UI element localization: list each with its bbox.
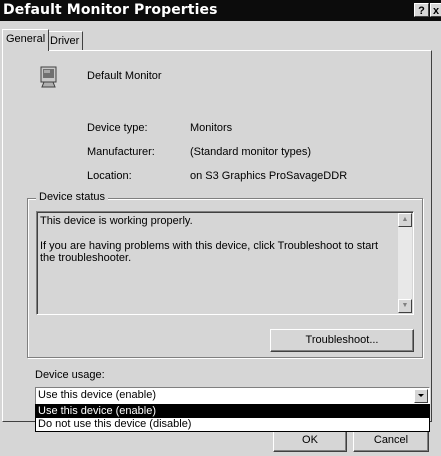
device-usage-dropdown-list: Use this device (enable) Do not use this… [35,404,430,432]
chevron-down-icon[interactable] [414,389,428,403]
status-text: This device is working properly. If you … [40,215,390,277]
device-status-title: Device status [36,191,109,203]
device-name: Default Monitor [87,70,162,82]
title-bar[interactable]: Default Monitor Properties ? x [0,0,441,21]
device-usage-select[interactable]: Use this device (enable) [35,387,430,405]
device-status-group: Device status This device is working pro… [27,191,423,358]
manufacturer-value: (Standard monitor types) [190,146,312,158]
location-label: Location: [87,170,132,182]
ok-button[interactable]: OK [273,429,347,452]
dropdown-option-enable[interactable]: Use this device (enable) [36,405,429,418]
manufacturer-label: Manufacturer: [87,146,155,158]
status-line-2: If you are having problems with this dev… [40,240,379,264]
troubleshoot-button-label: Troubleshoot... [305,334,379,346]
status-line-1: This device is working properly. [40,215,193,227]
window-title: Default Monitor Properties [3,2,218,18]
help-button[interactable]: ? [414,3,429,17]
ok-button-label: OK [302,434,318,446]
monitor-icon [40,66,57,88]
scroll-up-arrow-icon[interactable]: ▲ [398,213,412,227]
cancel-button-label: Cancel [373,434,409,446]
status-scrollbar[interactable]: ▲ ▼ [398,213,412,313]
cancel-button[interactable]: Cancel [353,429,429,452]
location-value: on S3 Graphics ProSavageDDR [190,170,348,182]
scroll-down-arrow-icon[interactable]: ▼ [398,299,412,313]
tab-general[interactable]: General [2,29,50,51]
device-usage-selected: Use this device (enable) [38,389,157,401]
device-type-value: Monitors [190,122,233,134]
dropdown-option-disable[interactable]: Do not use this device (disable) [36,418,429,431]
device-status-textbox[interactable]: This device is working properly. If you … [36,211,414,315]
troubleshoot-button[interactable]: Troubleshoot... [270,329,414,352]
close-button[interactable]: x [430,3,441,17]
tab-driver[interactable]: Driver [46,31,84,51]
device-type-label: Device type: [87,122,148,134]
device-usage-label: Device usage: [35,369,105,381]
